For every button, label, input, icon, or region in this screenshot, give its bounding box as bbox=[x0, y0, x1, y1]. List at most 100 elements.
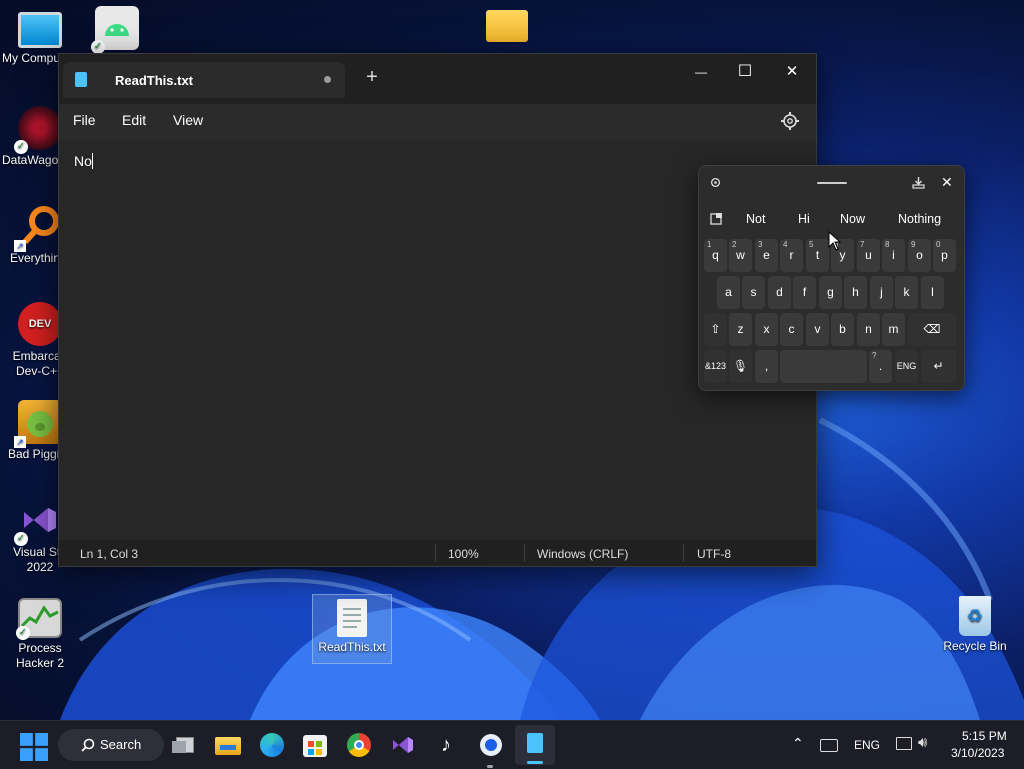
key-v[interactable]: v bbox=[806, 313, 829, 346]
key-n[interactable]: n bbox=[857, 313, 880, 346]
chrome-browser-icon[interactable] bbox=[345, 731, 373, 759]
volume-icon[interactable]: 🔊︎ bbox=[918, 734, 927, 751]
file-explorer-icon[interactable] bbox=[214, 731, 242, 759]
menu-view[interactable]: View bbox=[173, 112, 203, 128]
touch-keyboard-tray-icon[interactable] bbox=[820, 739, 838, 752]
key-f[interactable]: f bbox=[793, 276, 816, 309]
key-l[interactable]: l bbox=[921, 276, 944, 309]
key-h[interactable]: h bbox=[844, 276, 867, 309]
key-period[interactable]: ?. bbox=[869, 350, 892, 383]
tray-overflow-chevron-icon[interactable]: ⌃ bbox=[792, 735, 804, 752]
desktop-icon-readthis[interactable]: ReadThis.txt bbox=[312, 594, 392, 664]
key-label: r bbox=[789, 248, 794, 262]
suggestion-item[interactable]: Now bbox=[840, 212, 865, 226]
new-tab-button[interactable]: + bbox=[362, 66, 382, 89]
start-windows-icon[interactable] bbox=[20, 733, 48, 761]
desktop-icon-recycle-bin[interactable]: ♻ Recycle Bin bbox=[935, 596, 1015, 654]
tray-date[interactable]: 3/10/2023 bbox=[951, 746, 1004, 760]
key-b[interactable]: b bbox=[831, 313, 854, 346]
desktop-icon-label: Process Hacker 2 bbox=[15, 641, 65, 670]
key-s[interactable]: s bbox=[742, 276, 765, 309]
key-symbols[interactable]: &123 bbox=[704, 350, 727, 383]
key-enter[interactable]: ↵ bbox=[921, 350, 956, 383]
desktop-icon-process-hacker[interactable]: ✓ Process Hacker 2 bbox=[0, 598, 80, 671]
key-number-hint: 4 bbox=[783, 240, 788, 249]
suggestion-item[interactable]: Nothing bbox=[898, 212, 941, 226]
key-shift[interactable]: ⇧ bbox=[704, 313, 727, 346]
key-language[interactable]: ENG bbox=[895, 350, 918, 383]
key-r[interactable]: 4r bbox=[780, 239, 803, 272]
sync-check-icon: ✓ bbox=[14, 532, 28, 546]
key-label: t bbox=[815, 248, 820, 262]
notepad-taskbar-button[interactable] bbox=[515, 725, 555, 765]
key-t[interactable]: 5t bbox=[806, 239, 829, 272]
process-hacker-icon: ✓ bbox=[16, 598, 62, 640]
sync-check-icon: ✓ bbox=[14, 140, 28, 154]
key-c[interactable]: c bbox=[780, 313, 803, 346]
keyboard-settings-gear-icon[interactable] bbox=[709, 176, 722, 189]
desktop-icon-folder[interactable] bbox=[467, 10, 547, 45]
key-k[interactable]: k bbox=[895, 276, 918, 309]
key-x[interactable]: x bbox=[755, 313, 778, 346]
tiktok-icon[interactable]: ♪ bbox=[432, 731, 460, 759]
devcpp-icon: DEV bbox=[18, 302, 62, 346]
visual-studio-taskbar-icon[interactable] bbox=[389, 731, 417, 759]
tab-title: ReadThis.txt bbox=[115, 73, 194, 88]
microsoft-store-icon[interactable] bbox=[301, 731, 329, 759]
keyboard-titlebar[interactable]: ✕ bbox=[699, 166, 964, 200]
edge-browser-icon[interactable] bbox=[258, 731, 286, 759]
clipboard-icon[interactable] bbox=[710, 212, 723, 225]
key-u[interactable]: 7u bbox=[857, 239, 880, 272]
tray-language[interactable]: ENG bbox=[854, 738, 880, 752]
key-i[interactable]: 8i bbox=[882, 239, 905, 272]
enter-icon: ↵ bbox=[933, 359, 944, 373]
keyboard-close-icon[interactable]: ✕ bbox=[941, 174, 953, 191]
menu-edit[interactable]: Edit bbox=[122, 112, 146, 128]
key-d[interactable]: d bbox=[768, 276, 791, 309]
key-q[interactable]: 1q bbox=[704, 239, 727, 272]
keyboard-drag-handle[interactable] bbox=[817, 182, 847, 184]
editor-content[interactable]: No bbox=[74, 153, 92, 169]
datawagon-icon: ✓ bbox=[14, 106, 62, 154]
touch-keyboard[interactable]: ✕ Not Hi Now Nothing 1q 2w 3e 4r 5t 6y 7… bbox=[698, 165, 965, 391]
key-label: q bbox=[712, 248, 719, 262]
tray-time[interactable]: 5:15 PM bbox=[962, 729, 1007, 743]
suggestion-item[interactable]: Not bbox=[746, 212, 765, 226]
tab-readthis[interactable]: ReadThis.txt bbox=[63, 62, 345, 98]
status-encoding[interactable]: UTF-8 bbox=[697, 547, 731, 561]
minimize-button[interactable]: — bbox=[678, 58, 724, 86]
settings-gear-icon[interactable] bbox=[780, 111, 800, 131]
app-circle-icon[interactable] bbox=[477, 731, 505, 768]
key-dictation[interactable]: 🎙 bbox=[729, 350, 752, 383]
key-w[interactable]: 2w bbox=[729, 239, 752, 272]
key-o[interactable]: 9o bbox=[908, 239, 931, 272]
notepad-titlebar[interactable]: ReadThis.txt + — ☐ ✕ bbox=[59, 54, 816, 104]
unsaved-dot-icon[interactable] bbox=[324, 76, 331, 83]
suggestion-item[interactable]: Hi bbox=[798, 212, 810, 226]
key-g[interactable]: g bbox=[819, 276, 842, 309]
status-line-ending[interactable]: Windows (CRLF) bbox=[537, 547, 628, 561]
android-icon: ✓ bbox=[91, 6, 139, 54]
key-p[interactable]: 0p bbox=[933, 239, 956, 272]
key-m[interactable]: m bbox=[882, 313, 905, 346]
close-button[interactable]: ✕ bbox=[769, 58, 815, 86]
key-z[interactable]: z bbox=[729, 313, 752, 346]
key-comma[interactable]: , bbox=[755, 350, 778, 383]
maximize-button[interactable]: ☐ bbox=[722, 58, 768, 86]
dock-keyboard-icon[interactable] bbox=[912, 176, 925, 189]
menu-file[interactable]: File bbox=[73, 112, 96, 128]
status-zoom[interactable]: 100% bbox=[448, 547, 479, 561]
desktop-icon-android[interactable]: ✓ bbox=[77, 6, 157, 54]
key-backspace[interactable]: ⌫ bbox=[908, 313, 956, 346]
active-indicator bbox=[527, 761, 543, 764]
key-j[interactable]: j bbox=[870, 276, 893, 309]
key-label: p bbox=[941, 248, 948, 262]
taskbar-search[interactable]: Search bbox=[58, 729, 164, 761]
key-e[interactable]: 3e bbox=[755, 239, 778, 272]
task-view-icon[interactable] bbox=[172, 731, 200, 759]
network-icon[interactable] bbox=[896, 737, 912, 750]
key-number-hint: 7 bbox=[860, 240, 865, 249]
key-a[interactable]: a bbox=[717, 276, 740, 309]
backspace-icon: ⌫ bbox=[923, 322, 941, 336]
key-space[interactable] bbox=[780, 350, 867, 383]
